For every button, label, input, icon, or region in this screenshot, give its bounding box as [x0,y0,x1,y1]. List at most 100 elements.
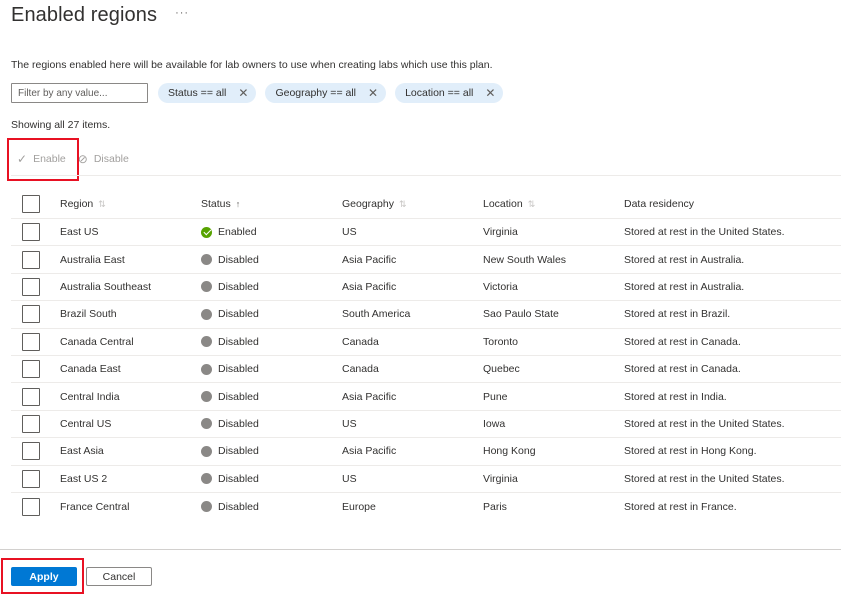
regions-table: Region ⇅ Status ↑ Geography ⇅ Location ⇅ Dat… [11,189,841,520]
filter-pill-label: Status == all [168,87,227,99]
row-checkbox[interactable] [22,305,40,324]
column-header-location[interactable]: Location ⇅ [483,198,624,210]
cell-region: Central India [60,390,120,403]
cell-location: New South Wales [483,253,567,266]
status-disabled-icon [201,308,212,320]
select-all-checkbox[interactable] [22,194,40,213]
cell-data-residency: Stored at rest in France. [624,500,737,513]
cell-status: Enabled [201,226,342,238]
footer-divider [0,549,841,550]
column-header-label: Location [483,197,523,210]
cell-data-residency: Stored at rest in Brazil. [624,308,731,321]
row-checkbox[interactable] [22,387,40,406]
row-checkbox[interactable] [22,469,40,488]
close-icon[interactable]: ✕ [485,87,495,99]
close-icon[interactable]: ✕ [238,87,248,99]
table-row[interactable]: Central India Disabled Asia Pacific Pune Sto… [11,383,841,411]
apply-button[interactable]: Apply [11,567,77,586]
status-label: Disabled [218,417,259,430]
cell-geography: Asia Pacific [342,253,397,266]
status-disabled-icon [201,336,212,348]
cell-geography: Canada [342,335,379,348]
cell-status: Disabled [201,391,342,403]
status-disabled-icon [201,254,212,266]
filter-pill-status[interactable]: Status == all ✕ [158,83,257,103]
toolbar: ✓ Enable ⊘ Disable [11,147,135,171]
filter-pill-location[interactable]: Location == all ✕ [395,83,504,103]
cell-geography: South America [342,308,411,321]
table-header-row: Region ⇅ Status ↑ Geography ⇅ Location ⇅ Dat… [11,189,841,219]
status-label: Disabled [218,500,259,513]
status-disabled-icon [201,391,212,403]
cell-region: East US 2 [60,472,108,485]
ellipsis-icon[interactable]: ··· [175,8,189,19]
cancel-button[interactable]: Cancel [86,567,152,586]
row-checkbox[interactable] [22,442,40,461]
filter-pill-label: Geography == all [275,87,356,99]
cell-data-residency: Stored at rest in Canada. [624,363,741,376]
cell-status: Disabled [201,445,342,457]
cell-location: Virginia [483,226,518,239]
status-label: Disabled [218,308,259,321]
cell-geography: Asia Pacific [342,280,397,293]
table-row[interactable]: Australia East Disabled Asia Pacific New So… [11,246,841,274]
row-checkbox[interactable] [22,223,40,242]
cell-region: East US [60,226,99,239]
cell-geography: Asia Pacific [342,445,397,458]
cell-region: France Central [60,500,130,513]
table-row[interactable]: Canada Central Disabled Canada Toronto Store… [11,329,841,356]
disable-button-label: Disable [93,153,129,165]
sort-icon: ⇅ [527,198,536,209]
filter-input[interactable] [11,83,148,103]
cell-location: Paris [483,500,507,513]
page-description: The regions enabled here will be availab… [11,59,493,71]
cell-data-residency: Stored at rest in Canada. [624,335,741,348]
disable-button[interactable]: ⊘ Disable [72,152,135,166]
column-header-status[interactable]: Status ↑ [201,198,342,210]
cell-data-residency: Stored at rest in India. [624,390,727,403]
cell-region: Canada East [60,363,121,376]
cell-status: Disabled [201,501,342,513]
table-row[interactable]: Australia Southeast Disabled Asia Pacific V… [11,274,841,302]
row-checkbox[interactable] [22,414,40,433]
enable-button[interactable]: ✓ Enable [11,152,72,166]
status-label: Disabled [218,253,259,266]
column-header-region[interactable]: Region ⇅ [60,198,201,210]
block-icon: ⊘ [77,152,88,166]
filter-row: Status == all ✕ Geography == all ✕ Locat… [11,83,504,103]
cell-geography: Canada [342,363,379,376]
sort-icon: ⇅ [398,198,407,209]
row-checkbox[interactable] [22,360,40,379]
cell-region: Australia East [60,253,125,266]
row-checkbox[interactable] [22,277,40,296]
table-row[interactable]: East Asia Disabled Asia Pacific Hong Kong St… [11,438,841,466]
table-row[interactable]: France Central Disabled Europe Paris Stored … [11,493,841,520]
column-header-label: Region [60,197,94,210]
column-header-label: Geography [342,197,394,210]
table-row[interactable]: East US 2 Disabled US Virginia Stored at res… [11,466,841,493]
filter-pill-geography[interactable]: Geography == all ✕ [265,83,387,103]
cell-region: Brazil South [60,308,117,321]
cell-geography: Asia Pacific [342,390,397,403]
table-row[interactable]: East US Enabled US Virginia Stored at rest i… [11,219,841,247]
cell-geography: US [342,417,357,430]
table-row[interactable]: Central US Disabled US Iowa Stored at rest i… [11,411,841,439]
status-disabled-icon [201,363,212,375]
cell-location: Quebec [483,363,520,376]
checkmark-icon: ✓ [17,152,28,166]
row-checkbox[interactable] [22,250,40,269]
row-checkbox[interactable] [22,332,40,351]
close-icon[interactable]: ✕ [368,87,378,99]
cell-region: East Asia [60,445,104,458]
column-header-geography[interactable]: Geography ⇅ [342,198,483,210]
cell-data-residency: Stored at rest in the United States. [624,226,785,239]
status-label: Disabled [218,390,259,403]
cell-region: Australia Southeast [60,280,152,293]
row-checkbox[interactable] [22,497,40,516]
cell-status: Disabled [201,308,342,320]
table-row[interactable]: Canada East Disabled Canada Quebec Stored at… [11,356,841,384]
cell-data-residency: Stored at rest in Australia. [624,253,745,266]
cell-location: Victoria [483,280,518,293]
cell-region: Central US [60,417,112,430]
table-row[interactable]: Brazil South Disabled South America Sao Pau… [11,301,841,329]
